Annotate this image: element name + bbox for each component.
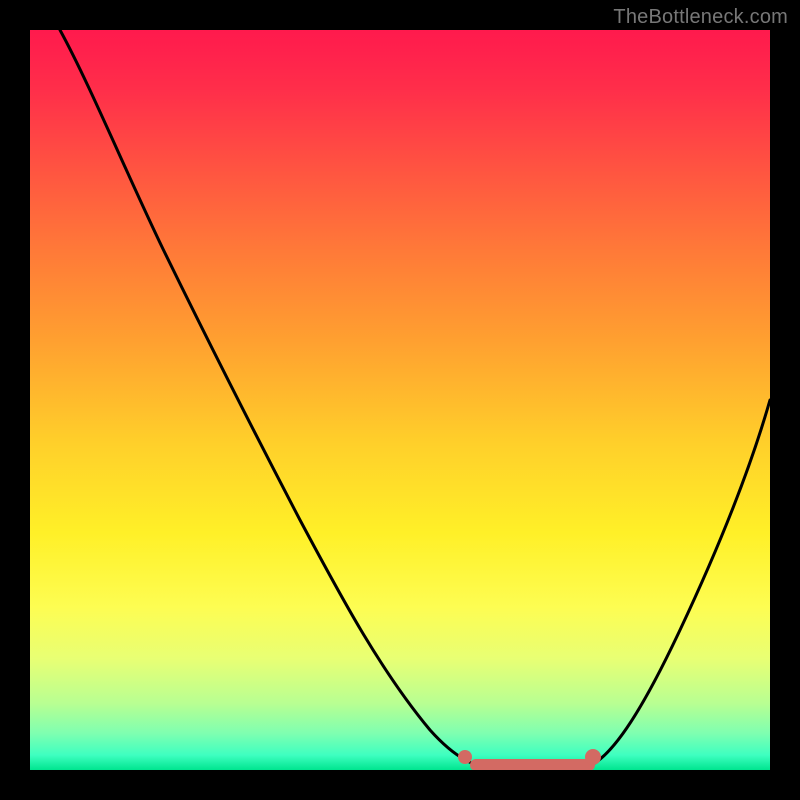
- marker-dot: [458, 750, 472, 764]
- bottleneck-curve: [60, 30, 770, 770]
- marker-bar: [470, 759, 595, 770]
- chart-svg: [30, 30, 770, 770]
- optimal-range-markers: [458, 749, 601, 770]
- marker-dot: [585, 749, 601, 765]
- plot-area: [30, 30, 770, 770]
- watermark-text: TheBottleneck.com: [613, 6, 788, 29]
- chart-frame: TheBottleneck.com: [0, 0, 800, 800]
